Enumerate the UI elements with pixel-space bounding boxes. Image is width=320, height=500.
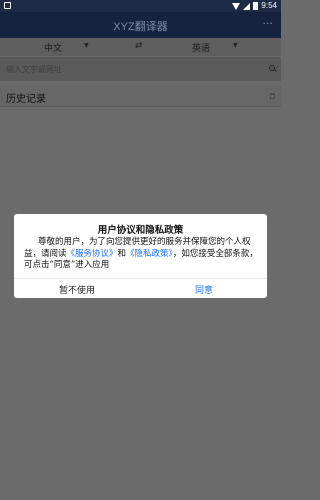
terms-link[interactable]: 《服务协议》 (67, 249, 118, 259)
target-language-select[interactable]: 英语 (192, 41, 210, 54)
privacy-dialog: 用户协议和隐私政策 尊敬的用户，为了向您提供更好的服务并保障您的个人权益，请阅读… (14, 214, 267, 298)
dialog-title: 用户协议和隐私政策 (97, 225, 184, 236)
dialog-divider (14, 278, 267, 279)
clear-history-icon[interactable] (270, 93, 275, 99)
source-dropdown-icon[interactable]: ▼ (84, 42, 89, 49)
history-header: 历史记录 (0, 85, 281, 107)
status-icons: 9:54 (232, 1, 277, 11)
decline-button[interactable]: 暂不使用 (14, 283, 140, 296)
wifi-icon (232, 2, 241, 10)
notification-icon (4, 2, 11, 9)
search-bar[interactable]: 输入文字或网址 (0, 57, 281, 81)
app-bar: XYZ翻译器 ··· (0, 12, 281, 38)
search-icon[interactable] (269, 65, 275, 71)
dialog-body: 尊敬的用户，为了向您提供更好的服务并保障您的个人权益，请阅读《服务协议》和《隐私… (24, 237, 260, 272)
language-selector-row: 中文 ▼ ⇄ 英语 ▼ (0, 38, 281, 56)
source-language-select[interactable]: 中文 (44, 41, 62, 54)
dialog-and-text: 和 (117, 248, 127, 259)
swap-languages-icon[interactable]: ⇄ (135, 41, 143, 51)
search-input[interactable]: 输入文字或网址 (6, 64, 62, 75)
more-menu-icon[interactable]: ··· (263, 17, 274, 30)
status-bar: 9:54 (0, 0, 281, 12)
status-time: 9:54 (261, 1, 277, 10)
privacy-link[interactable]: 《隐私政策》 (126, 249, 173, 259)
history-label: 历史记录 (6, 94, 46, 105)
agree-button[interactable]: 同意 (141, 283, 267, 296)
target-dropdown-icon[interactable]: ▼ (233, 42, 238, 49)
signal-icon (243, 2, 251, 10)
battery-icon (253, 2, 259, 10)
app-title: XYZ翻译器 (113, 21, 168, 33)
